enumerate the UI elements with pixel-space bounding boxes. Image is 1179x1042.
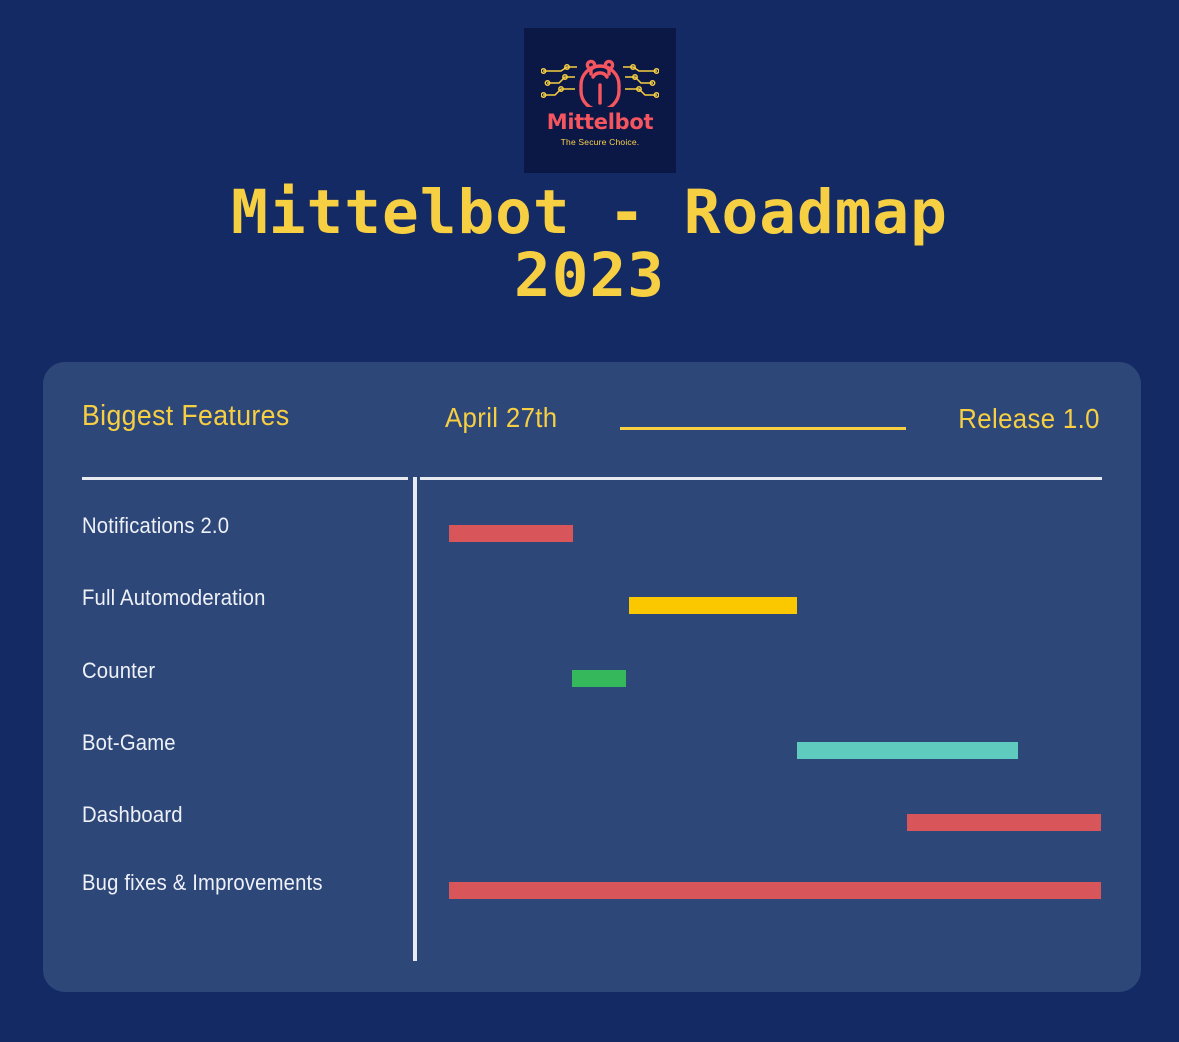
table-row[interactable]: Dashboard (43, 769, 1141, 841)
table-row[interactable]: Counter (43, 625, 1141, 697)
brand-logo-card: Mittelbot The Secure Choice. (524, 28, 676, 173)
mittelbot-robot-circuit-icon (541, 59, 659, 107)
timeline-connector-line (620, 427, 906, 430)
table-row[interactable]: Full Automoderation (43, 552, 1141, 624)
table-row[interactable]: Notifications 2.0 (43, 480, 1141, 552)
task-label: Notifications 2.0 (82, 513, 230, 538)
gantt-bar[interactable] (906, 814, 1101, 831)
gantt-bar[interactable] (797, 742, 1019, 759)
table-row[interactable]: Bug fixes & Improvements (43, 837, 1141, 909)
logo-tagline: The Secure Choice. (560, 136, 640, 147)
task-label: Dashboard (82, 802, 183, 827)
logo-wordmark: Mittelbot (546, 109, 654, 134)
timeline-end-label: Release 1.0 (958, 403, 1100, 434)
gantt-bar[interactable] (628, 597, 798, 614)
timeline-start-label: April 27th (445, 402, 558, 433)
gantt-bar[interactable] (449, 882, 1101, 899)
table-row[interactable]: Bot-Game (43, 697, 1141, 769)
page-title: Mittelbot - Roadmap 2023 (231, 177, 948, 311)
gantt-rows: Notifications 2.0 Full Automoderation Co… (43, 480, 1141, 980)
task-label: Bug fixes & Improvements (82, 870, 323, 895)
roadmap-panel: Biggest Features April 27th Release 1.0 … (43, 362, 1141, 992)
roadmap-header: Biggest Features April 27th Release 1.0 (43, 362, 1141, 477)
task-label: Full Automoderation (82, 585, 266, 610)
column-header-features: Biggest Features (82, 400, 290, 432)
gantt-bar[interactable] (449, 525, 573, 542)
gantt-bar[interactable] (572, 670, 626, 687)
task-label: Counter (82, 658, 156, 683)
task-label: Bot-Game (82, 730, 176, 755)
